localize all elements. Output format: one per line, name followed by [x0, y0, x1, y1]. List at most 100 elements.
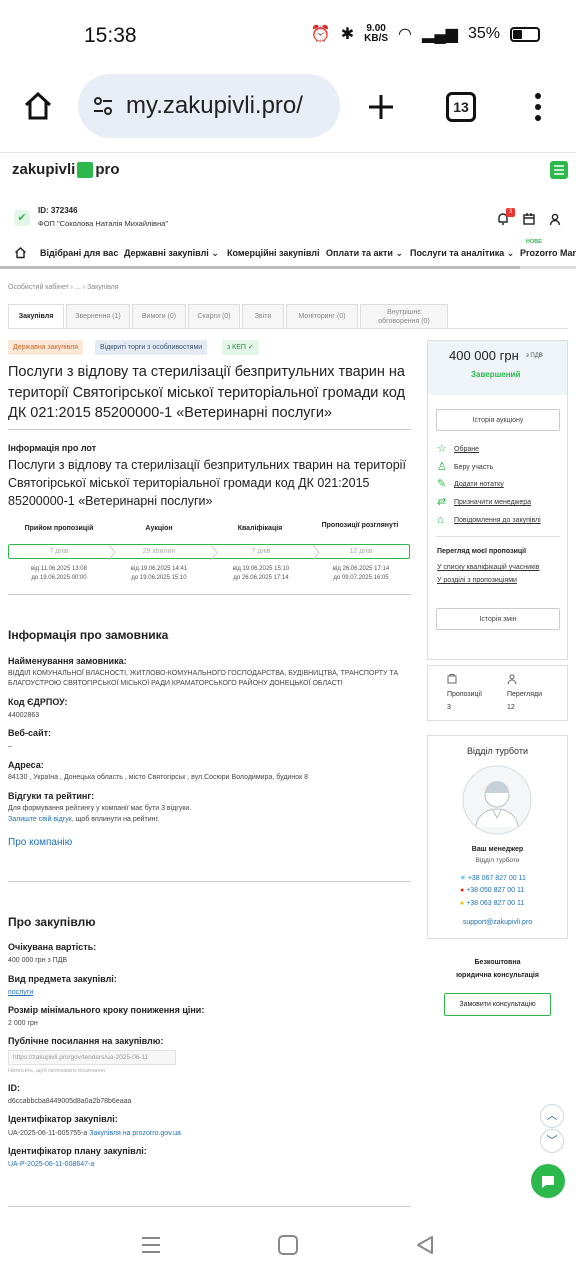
- divider: [8, 429, 411, 430]
- nav-item-for-you[interactable]: Відібрані для вас: [40, 248, 118, 258]
- chat-button[interactable]: [531, 1164, 565, 1198]
- step-dates-reviewed: від 26.06.2025 17:14 до 09.07.2025 16:05: [332, 566, 390, 581]
- assign-manager-label: Призначити менеджера: [454, 499, 532, 506]
- calendar-icon[interactable]: [522, 212, 536, 226]
- user-name[interactable]: ФОП "Соколова Наталія Михайлівна": [38, 219, 168, 228]
- phone-kyivstar[interactable]: ✳ +38 067 827 00 11: [460, 874, 526, 882]
- breadcrumb[interactable]: Особистий кабінет › ... › Закупівля: [8, 284, 119, 291]
- home-nav-icon[interactable]: [14, 246, 27, 259]
- stat-views-value: 12: [507, 704, 515, 711]
- home-icon[interactable]: [22, 90, 54, 122]
- support-email[interactable]: support@zakupivli.pro: [427, 919, 568, 926]
- tab-monitoring[interactable]: Моніторинг (0): [286, 304, 358, 328]
- step-dates-offers: від 11.06.2025 13:08 до 19.06.2025 00:00: [31, 566, 87, 581]
- battery-level: 35%: [467, 25, 500, 42]
- auction-history-button[interactable]: Історія аукціону: [436, 409, 560, 431]
- subject-value[interactable]: послуги: [8, 989, 33, 996]
- divider: [8, 1206, 411, 1207]
- leave-review-link[interactable]: Залиште свій відгук: [8, 816, 72, 823]
- offers-section-link[interactable]: У розділі з пропозиціями: [437, 577, 517, 584]
- assign-manager-action[interactable]: ⇄ Призначити менеджера: [437, 497, 531, 508]
- tag-kep-label: з КЕП: [227, 344, 246, 351]
- tab-appeals[interactable]: Звернення (1): [66, 304, 130, 328]
- divider: [8, 881, 411, 882]
- nav-item-payments-label: Оплати та акти: [326, 248, 393, 258]
- expected-cost-label: Очікувана вартість:: [8, 942, 97, 952]
- verified-check-icon: ✔: [14, 210, 30, 226]
- address-bar[interactable]: my.zakupivli.pro/: [78, 74, 340, 138]
- home-button-icon[interactable]: [277, 1234, 299, 1256]
- nav-item-state-label: Державні закупівлі: [124, 248, 209, 258]
- nav-item-payments[interactable]: Оплати та акти ⌄: [326, 248, 403, 259]
- nav-scrollbar[interactable]: [0, 266, 576, 269]
- tab-internal-discussion[interactable]: Внутрішнє обговорення (0): [360, 304, 448, 328]
- prozorro-link[interactable]: Закупівля на prozorro.gov.ua: [89, 1130, 181, 1137]
- profile-icon[interactable]: [548, 212, 562, 226]
- step-value-qualification: 7 днів: [251, 548, 271, 555]
- tender-tabs: Закупівля Звернення (1) Вимоги (0) Скарг…: [8, 304, 450, 328]
- favorite-label: Обране: [454, 446, 479, 453]
- order-consultation-button[interactable]: Замовити консультацію: [444, 993, 551, 1016]
- id-value: d6ccabbcba8449005d8a0a2b78b6eaaa: [8, 1098, 132, 1105]
- nav-item-state-tenders[interactable]: Державні закупівлі ⌄: [124, 248, 219, 259]
- tender-status: Завершений: [471, 370, 521, 379]
- kyivstar-icon: ✳: [460, 875, 466, 882]
- site-settings-icon[interactable]: [92, 95, 114, 117]
- tag-state-tender: Державна закупівля: [8, 340, 84, 355]
- notifications-action[interactable]: ⌂ Повідомлення до закупівлі: [437, 515, 541, 526]
- qualification-list-link[interactable]: У списку кваліфікацій учасників: [437, 564, 539, 571]
- site-header: zakupivli pro: [0, 152, 576, 186]
- favorite-action[interactable]: ☆ Обране: [437, 444, 479, 455]
- wifi-icon: ◠: [398, 26, 413, 43]
- address-label: Адреса:: [8, 760, 44, 770]
- address-value: 84130 , Україна , Донецька область , міс…: [8, 774, 309, 781]
- reviews-text: Для формування рейтингу у компанії має б…: [8, 805, 192, 812]
- tender-title: Послуги з відлову та стерилізації безпри…: [8, 364, 406, 421]
- changes-history-button[interactable]: Історія змін: [436, 608, 560, 630]
- price-vat: з ПДВ: [526, 353, 543, 359]
- phone-lifecell[interactable]: ● +38 063 827 00 11: [460, 900, 524, 907]
- public-link-label: Публічне посилання на закупівлю:: [8, 1036, 164, 1046]
- tab-switcher-button[interactable]: 13: [446, 92, 476, 122]
- consult-line-2: юридична консультація: [456, 972, 539, 979]
- nav-item-services[interactable]: Послуги та аналітика ⌄: [410, 248, 514, 259]
- plan-id-link[interactable]: UA-P-2025-06-11-008647-a: [8, 1161, 94, 1168]
- zakupivli-logo[interactable]: zakupivli pro: [12, 161, 120, 178]
- menu-icon[interactable]: [550, 161, 568, 179]
- manager-title: Ваш менеджер: [471, 846, 524, 853]
- participate-action[interactable]: ♙ Беру участь: [437, 462, 493, 473]
- tab-reports[interactable]: Звіти: [242, 304, 284, 328]
- notification-badge: 3: [506, 208, 515, 217]
- reviews-cta-tail: , щоб вплинути на рейтинг.: [71, 816, 160, 823]
- chevron-up-icon: ︿: [546, 1110, 558, 1122]
- tab-complaints[interactable]: Скарги (0): [188, 304, 240, 328]
- phone-vodafone[interactable]: ● +38 050 827 00 11: [460, 887, 524, 894]
- tabs-divider: [8, 328, 568, 329]
- reviews-label: Відгуки та рейтинг:: [8, 791, 95, 801]
- add-note-action[interactable]: ✎ Додати нотатку: [437, 479, 504, 490]
- public-link-field[interactable]: https://zakupivli.pro/gov/tenders/ua-202…: [8, 1050, 176, 1065]
- nav-item-commercial[interactable]: Комерційні закупівлі: [227, 248, 319, 258]
- notifications-label: Повідомлення до закупівлі: [454, 517, 541, 524]
- back-icon[interactable]: [414, 1234, 436, 1256]
- identifier-label: Ідентифікатор закупівлі:: [8, 1114, 118, 1124]
- manager-subtitle: Відділ турботи: [475, 857, 520, 864]
- recents-icon[interactable]: [140, 1234, 162, 1256]
- step-head-offers: Прийом пропозицій: [24, 525, 94, 532]
- manager-avatar: [462, 765, 532, 835]
- divider: [8, 594, 411, 595]
- website-label: Веб-сайт:: [8, 728, 52, 738]
- assign-icon: ⇄: [437, 496, 447, 508]
- edrpou-label: Код ЄДРПОУ:: [8, 697, 68, 707]
- purchase-heading: Про закупівлю: [8, 915, 96, 929]
- tab-tender[interactable]: Закупівля: [8, 304, 64, 328]
- more-menu-icon[interactable]: [528, 92, 548, 122]
- new-tab-icon[interactable]: [366, 92, 396, 122]
- my-offer-heading: Перегляд моєї пропозиції: [437, 548, 527, 555]
- about-company-link[interactable]: Про компанію: [8, 837, 72, 848]
- add-note-label: Додати нотатку: [454, 481, 504, 488]
- tab-requirements[interactable]: Вимоги (0): [132, 304, 186, 328]
- nav-item-market[interactable]: Prozorro Marke: [520, 248, 576, 258]
- scroll-down-button[interactable]: ﹀: [540, 1129, 564, 1153]
- scroll-up-button[interactable]: ︿: [540, 1104, 564, 1128]
